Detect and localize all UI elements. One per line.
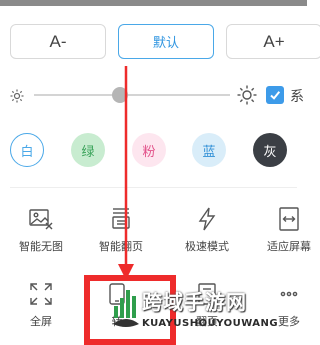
font-decrease-button[interactable]: A-	[10, 24, 106, 59]
smart-no-image-button[interactable]: 智能无图	[4, 206, 78, 254]
smart-page-turn-button[interactable]: 智能翻页	[84, 206, 158, 254]
brightness-low-icon	[10, 88, 24, 107]
theme-blue-button[interactable]: 蓝	[192, 133, 226, 167]
no-image-icon	[29, 209, 53, 230]
theme-white-button[interactable]: 白	[10, 133, 44, 167]
theme-label: 粉	[142, 144, 156, 160]
tool-label: 转	[111, 315, 123, 328]
theme-label: 蓝	[202, 144, 216, 160]
theme-pink-button[interactable]: 粉	[132, 133, 166, 167]
brightness-high-icon	[237, 85, 257, 109]
tool-label: 智能翻页	[99, 240, 143, 253]
follow-system-label: 系	[290, 89, 304, 105]
page-turn-icon	[112, 208, 130, 229]
fit-screen-icon	[279, 207, 299, 231]
tool-label: 智能无图	[19, 240, 63, 253]
fullscreen-button[interactable]: 全屏	[4, 281, 78, 329]
fit-screen-button[interactable]: 适应屏幕	[252, 206, 320, 254]
lightning-icon	[198, 207, 216, 231]
page-button[interactable]: 翻页	[170, 281, 244, 329]
theme-label: 绿	[81, 144, 95, 160]
theme-green-button[interactable]: 绿	[71, 133, 105, 167]
tool-label: 极速模式	[185, 240, 229, 253]
theme-label: 灰	[263, 144, 277, 160]
more-button[interactable]: 更多	[252, 281, 320, 329]
fast-mode-button[interactable]: 极速模式	[170, 206, 244, 254]
theme-gray-button[interactable]: 灰	[253, 133, 287, 167]
rotate-screen-button[interactable]: 转	[80, 281, 154, 329]
tool-label: 更多	[278, 315, 300, 328]
top-status-strip	[0, 0, 307, 6]
tool-label: 翻页	[196, 315, 218, 328]
tool-label: 适应屏幕	[267, 240, 311, 253]
brightness-slider-thumb[interactable]	[112, 87, 129, 103]
more-icon	[280, 291, 298, 297]
brightness-slider[interactable]	[34, 94, 230, 96]
brightness-row: 系	[0, 84, 307, 108]
font-increase-button[interactable]: A+	[226, 24, 320, 59]
tool-label: 全屏	[30, 315, 52, 328]
section-divider	[10, 187, 297, 188]
checkmark-icon	[270, 91, 281, 100]
theme-label: 白	[20, 144, 34, 160]
page-icon	[198, 283, 216, 305]
fullscreen-icon	[30, 283, 52, 305]
follow-system-checkbox[interactable]	[266, 86, 284, 104]
font-default-button[interactable]: 默认	[118, 24, 214, 59]
rotate-screen-icon	[109, 283, 125, 305]
